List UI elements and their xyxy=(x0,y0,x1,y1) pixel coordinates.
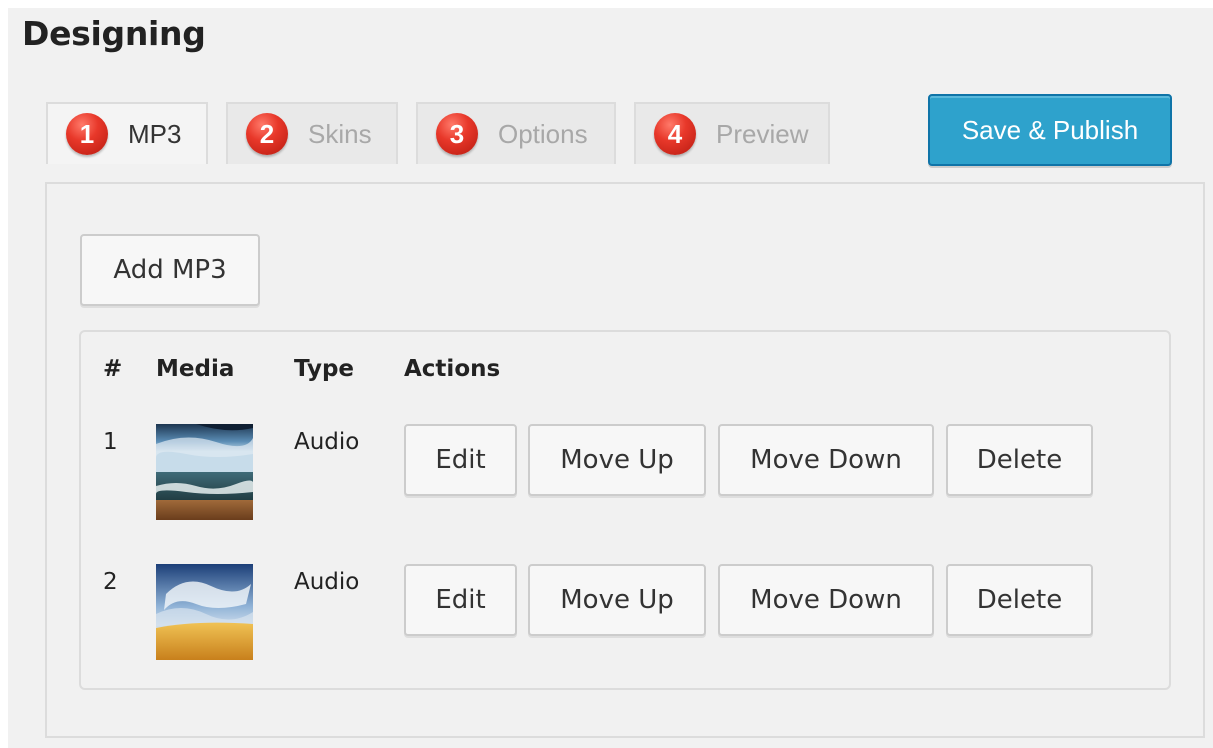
row-number: 1 xyxy=(103,429,118,455)
move-up-button[interactable]: Move Up xyxy=(528,564,706,636)
tab-label: MP3 xyxy=(128,118,182,149)
tab-options[interactable]: 3 Options xyxy=(416,102,616,164)
page-title: Designing xyxy=(22,14,206,53)
edit-button[interactable]: Edit xyxy=(404,424,517,496)
row-type: Audio xyxy=(294,429,360,455)
tab-preview[interactable]: 4 Preview xyxy=(634,102,830,164)
step-badge: 2 xyxy=(246,113,288,155)
tab-skins[interactable]: 2 Skins xyxy=(226,102,398,164)
column-header-type: Type xyxy=(294,356,355,382)
delete-button[interactable]: Delete xyxy=(946,424,1093,496)
save-publish-button[interactable]: Save & Publish xyxy=(928,94,1172,166)
column-header-number: # xyxy=(103,356,123,382)
add-mp3-button[interactable]: Add MP3 xyxy=(80,234,260,306)
tab-mp3[interactable]: 1 MP3 xyxy=(46,102,208,164)
tab-label: Options xyxy=(498,118,588,149)
step-badge: 3 xyxy=(436,113,478,155)
column-header-media: Media xyxy=(156,356,235,382)
tab-label: Preview xyxy=(716,118,809,149)
ocean-waves-thumbnail xyxy=(156,424,253,520)
row-number: 2 xyxy=(103,569,118,595)
column-header-actions: Actions xyxy=(404,356,501,382)
move-up-button[interactable]: Move Up xyxy=(528,424,706,496)
move-down-button[interactable]: Move Down xyxy=(718,564,934,636)
row-type: Audio xyxy=(294,569,360,595)
delete-button[interactable]: Delete xyxy=(946,564,1093,636)
edit-button[interactable]: Edit xyxy=(404,564,517,636)
move-down-button[interactable]: Move Down xyxy=(718,424,934,496)
step-badge: 4 xyxy=(654,113,696,155)
desert-sky-thumbnail xyxy=(156,564,253,660)
step-badge: 1 xyxy=(66,113,108,155)
tab-label: Skins xyxy=(308,118,372,149)
